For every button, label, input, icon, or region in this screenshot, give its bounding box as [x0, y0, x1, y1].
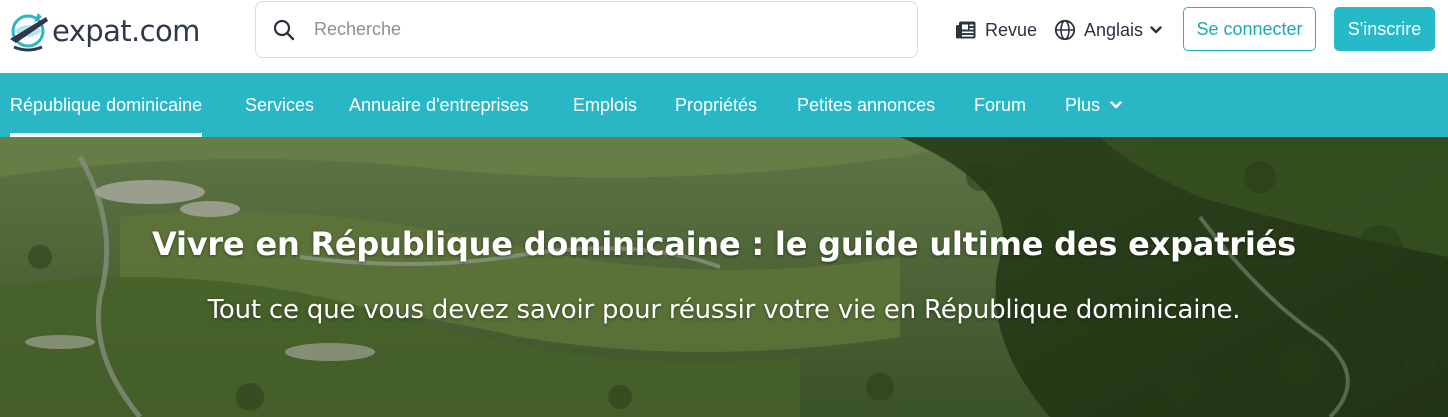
newspaper-icon	[956, 21, 976, 39]
search-bar[interactable]	[255, 1, 918, 58]
nav-item-forum[interactable]: Forum	[974, 73, 1026, 137]
expat-logo-link[interactable]: expat.com	[8, 8, 200, 54]
logo-wordmark: expat.com	[52, 14, 200, 48]
nav-item-label: Services	[245, 94, 315, 115]
revue-label: Revue	[985, 19, 1038, 40]
revue-link[interactable]: Revue	[955, 15, 1037, 45]
search-input[interactable]	[314, 2, 904, 57]
language-label: Anglais	[1084, 19, 1144, 40]
search-icon	[273, 19, 295, 41]
nav-item-republique-dominicaine[interactable]: République dominicaine	[10, 73, 203, 137]
globe-plane-logo-icon	[10, 13, 48, 52]
main-nav: République dominicaine Services Annuaire…	[0, 73, 1448, 137]
nav-item-services[interactable]: Services	[245, 73, 314, 137]
chevron-down-icon	[1110, 101, 1122, 109]
hero-banner: Vivre en République dominicaine : le gui…	[0, 137, 1448, 417]
hero-subtitle: Tout ce que vous devez savoir pour réuss…	[207, 295, 1241, 325]
nav-item-plus[interactable]: Plus	[1065, 73, 1122, 137]
nav-item-label: Annuaire d'entreprises	[349, 94, 529, 115]
signup-button[interactable]: S'inscrire	[1334, 7, 1435, 51]
nav-item-label: Forum	[974, 94, 1027, 115]
login-button[interactable]: Se connecter	[1183, 7, 1316, 51]
nav-item-petites-annonces[interactable]: Petites annonces	[797, 73, 935, 137]
nav-item-label: Emplois	[573, 94, 638, 115]
nav-item-label: Propriétés	[675, 94, 758, 115]
nav-item-label: République dominicaine	[10, 94, 203, 115]
hero-overlay	[0, 137, 1448, 417]
chevron-down-icon	[1150, 26, 1162, 34]
hero-title: Vivre en République dominicaine : le gui…	[152, 225, 1296, 263]
language-selector[interactable]: Anglais	[1054, 15, 1162, 45]
nav-item-annuaire[interactable]: Annuaire d'entreprises	[349, 73, 529, 137]
globe-icon	[1054, 19, 1076, 41]
nav-item-label: Plus	[1065, 94, 1101, 115]
nav-item-emplois[interactable]: Emplois	[573, 73, 637, 137]
top-header: expat.com Revue Anglais Se co	[0, 0, 1448, 73]
nav-item-label: Petites annonces	[797, 94, 936, 115]
nav-item-proprietes[interactable]: Propriétés	[675, 73, 757, 137]
